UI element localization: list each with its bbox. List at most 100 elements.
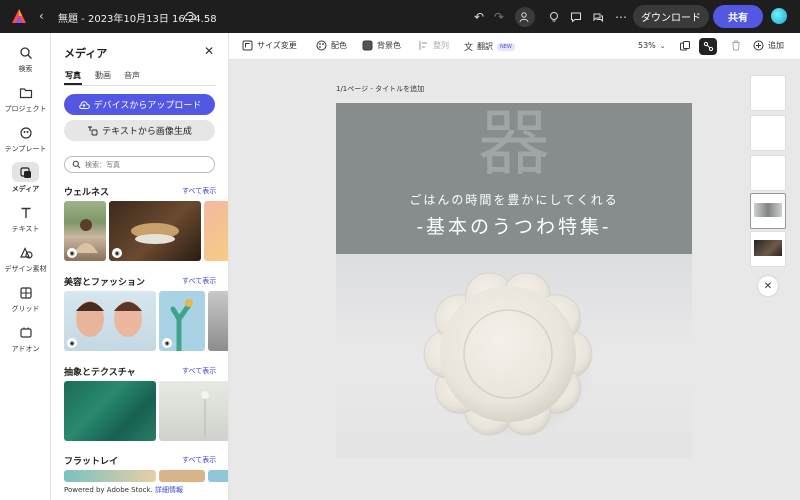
- rail-item-addons[interactable]: アドオン: [0, 325, 51, 354]
- footer-text: Powered by Adobe Stock.: [64, 486, 153, 494]
- photo-flatlay-1[interactable]: [64, 470, 156, 482]
- addon-icon: [19, 327, 32, 338]
- flower-plate-image: [423, 272, 594, 440]
- tab-photos[interactable]: 写真: [65, 70, 81, 81]
- section-title-flatlay: フラットレイ: [64, 457, 119, 467]
- rail-item-label: 検索: [18, 65, 33, 73]
- rail-item-templates[interactable]: テンプレート: [0, 125, 51, 154]
- color-label: 配色: [331, 41, 347, 50]
- back-icon[interactable]: ‹: [39, 9, 44, 23]
- kanji-watermark[interactable]: 器: [336, 107, 692, 179]
- photo-beauty-3[interactable]: [208, 291, 228, 351]
- zoom-value: 53%: [638, 41, 656, 50]
- photo-beauty-2[interactable]: ◉: [159, 291, 205, 351]
- chat-icon[interactable]: [589, 8, 607, 26]
- learn-more-link[interactable]: 詳細情報: [155, 486, 183, 494]
- stock-badge-icon: ◉: [112, 248, 122, 258]
- search-input[interactable]: [85, 160, 205, 169]
- photo-abstract-1[interactable]: [64, 381, 156, 441]
- photo-abstract-2[interactable]: [159, 381, 228, 441]
- layers-icon[interactable]: [679, 40, 691, 52]
- see-all-flatlay-link[interactable]: すべて表示: [182, 455, 216, 465]
- photo-flatlay-3[interactable]: [208, 470, 228, 482]
- search-icon: [72, 160, 81, 169]
- text-to-image-icon: [88, 126, 98, 136]
- collaborators-icon[interactable]: [515, 7, 535, 27]
- photo-wellness-3[interactable]: [204, 201, 228, 261]
- more-icon[interactable]: ⋯: [612, 8, 630, 26]
- headline-text[interactable]: -基本のうつわ特集-: [336, 212, 692, 239]
- media-panel: メディア ✕ 写真 動画 音声 デバイスからアップロード テキストから画像生成 …: [51, 33, 229, 500]
- rail-item-grid[interactable]: グリッド: [0, 285, 51, 314]
- resize-button[interactable]: サイズ変更: [242, 40, 297, 51]
- redo-icon[interactable]: ↷: [490, 8, 508, 26]
- see-all-wellness-link[interactable]: すべて表示: [182, 186, 216, 196]
- new-badge: NEW: [497, 42, 515, 51]
- rail-item-label: グリッド: [11, 305, 40, 313]
- share-button[interactable]: 共有: [713, 5, 763, 28]
- page-thumbnail[interactable]: [750, 75, 786, 111]
- photo-flatlay-2[interactable]: [159, 470, 205, 482]
- upload-button-label: デバイスからアップロード: [93, 101, 202, 111]
- background-color-button[interactable]: 背景色: [362, 40, 401, 51]
- cloud-upload-icon: [78, 100, 90, 109]
- download-button[interactable]: ダウンロード: [633, 5, 709, 28]
- folder-icon: [19, 88, 32, 99]
- page-title-label[interactable]: 1/1ページ - タイトルを追加: [336, 84, 424, 94]
- rail-item-text[interactable]: テキスト: [0, 205, 51, 234]
- photo-wellness-2[interactable]: ◉: [109, 201, 201, 261]
- stock-badge-icon: ◉: [162, 338, 172, 348]
- tab-videos[interactable]: 動画: [95, 70, 111, 81]
- rail-item-projects[interactable]: プロジェクト: [0, 85, 51, 114]
- avatar[interactable]: [771, 8, 787, 24]
- plate-photo[interactable]: [336, 254, 692, 458]
- tab-audio[interactable]: 音声: [124, 70, 140, 81]
- zoom-level[interactable]: 53% ⌄: [638, 41, 666, 50]
- text-to-image-button[interactable]: テキストから画像生成: [64, 120, 215, 141]
- add-page-button[interactable]: 追加: [753, 40, 784, 51]
- page-thumbnail[interactable]: [750, 231, 786, 267]
- comment-icon[interactable]: [567, 8, 585, 26]
- see-all-abstract-link[interactable]: すべて表示: [182, 366, 216, 376]
- photo-beauty-1[interactable]: ◉: [64, 291, 156, 351]
- page-thumbnail-selected[interactable]: [750, 193, 786, 229]
- adobe-express-logo[interactable]: [11, 8, 27, 24]
- arrange-icon: [419, 41, 427, 50]
- resize-label: サイズ変更: [257, 41, 297, 50]
- trash-icon[interactable]: [731, 40, 741, 51]
- photo-wellness-1[interactable]: ◉: [64, 201, 106, 261]
- color-button[interactable]: 配色: [316, 40, 347, 51]
- add-icon: [753, 40, 764, 51]
- rail-item-search[interactable]: 検索: [0, 45, 51, 74]
- translate-button[interactable]: 文 翻訳 NEW: [464, 40, 515, 53]
- grid-icon: [19, 287, 32, 299]
- text-to-image-label: テキストから画像生成: [102, 127, 192, 137]
- media-tabs: 写真 動画 音声: [64, 70, 216, 86]
- close-icon[interactable]: ✕: [758, 276, 778, 296]
- rail-item-design-elements[interactable]: デザイン素材: [0, 245, 51, 274]
- design-page[interactable]: 器 ごはんの時間を豊かにしてくれる -基本のうつわ特集-: [336, 103, 692, 458]
- search-field[interactable]: [64, 156, 215, 173]
- background-color-label: 背景色: [377, 41, 401, 50]
- photo-wellness-2-image: [131, 223, 179, 244]
- stock-badge-icon: ◉: [67, 338, 77, 348]
- section-title-abstract: 抽象とテクスチャ: [64, 368, 136, 378]
- upload-button[interactable]: デバイスからアップロード: [64, 94, 215, 115]
- rail-item-label: アドオン: [11, 345, 40, 353]
- cloud-sync-icon[interactable]: [183, 9, 197, 23]
- page-thumbnail[interactable]: [750, 115, 786, 151]
- subtitle-text[interactable]: ごはんの時間を豊かにしてくれる: [336, 191, 692, 208]
- banner-area[interactable]: 器 ごはんの時間を豊かにしてくれる -基本のうつわ特集-: [336, 103, 692, 254]
- arrange-button[interactable]: 整列: [418, 40, 449, 51]
- page-thumbnail[interactable]: [750, 155, 786, 191]
- link-icon[interactable]: [699, 38, 717, 55]
- chevron-down-icon: ⌄: [659, 41, 666, 50]
- active-tab-indicator: [64, 83, 82, 85]
- undo-icon[interactable]: ↶: [470, 8, 488, 26]
- idea-icon[interactable]: [545, 8, 563, 26]
- close-icon[interactable]: ✕: [204, 44, 214, 58]
- translate-icon: 文: [464, 43, 474, 53]
- translate-label: 翻訳: [477, 42, 494, 51]
- rail-item-media[interactable]: メディア: [0, 162, 51, 194]
- see-all-beauty-link[interactable]: すべて表示: [182, 276, 216, 286]
